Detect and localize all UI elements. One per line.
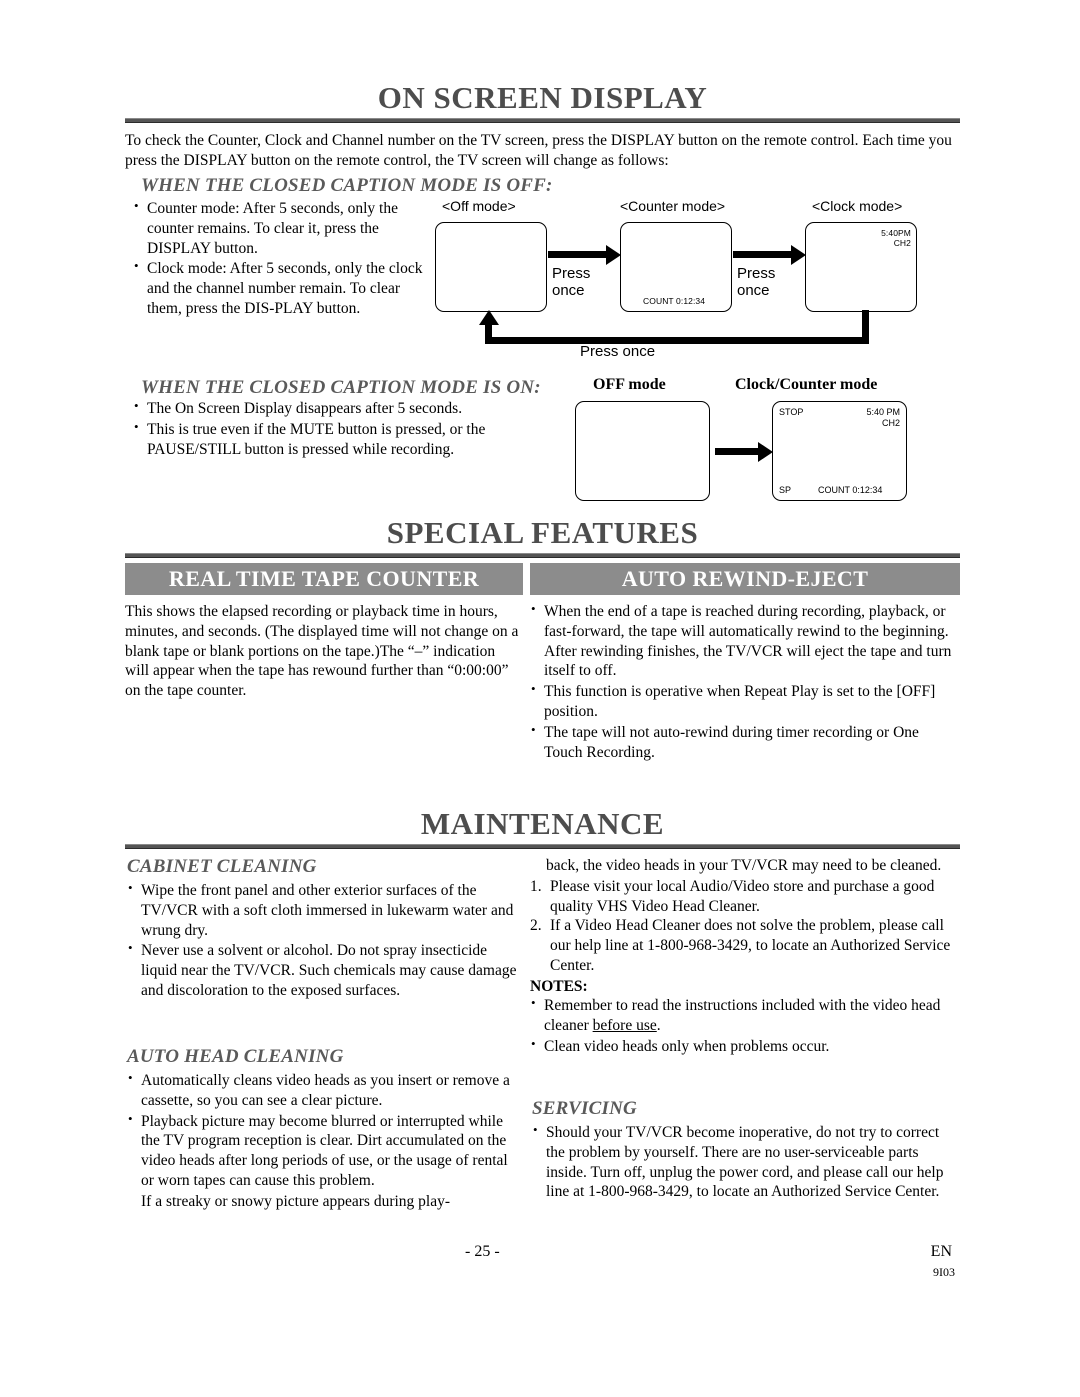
subheading-cc-off: WHEN THE CLOSED CAPTION MODE IS OFF: (141, 175, 553, 196)
special-features-divider (125, 552, 960, 558)
label-press-once-3: Press once (580, 343, 656, 360)
osd-clock-channel: CH2 (893, 238, 911, 248)
heading-servicing: SERVICING (532, 1098, 637, 1119)
notes-bullet-list: Remember to read the instructions includ… (530, 995, 960, 1057)
osd-counter-readout: COUNT 0:12:34 (643, 296, 706, 306)
maintenance-right-column: back, the video heads in your TV/VCR may… (530, 856, 960, 1057)
arrow-shaft-1 (548, 251, 608, 258)
label-off-mode: <Off mode> (442, 198, 516, 214)
loop-line-vertical-left (485, 324, 492, 342)
list-item: This function is operative when Repeat P… (530, 681, 960, 722)
ribbon-auto-rewind-eject: AUTO REWIND-EJECT (530, 563, 960, 595)
language-code: EN (930, 1243, 952, 1260)
osd-speed-indicator: SP (779, 485, 792, 495)
auto-head-cleaning-block: AUTO HEAD CLEANING Automatically cleans … (125, 1046, 523, 1212)
osd-channel-indicator: CH2 (881, 418, 900, 428)
real-time-tape-counter-text: This shows the elapsed recording or play… (125, 603, 519, 700)
auto-head-cleaning-trailing: If a streaky or snowy picture appears du… (141, 1192, 451, 1210)
notes-label: NOTES: (530, 977, 588, 995)
tv-screen-off-mode-2 (575, 401, 710, 501)
arrow-shaft-3 (715, 448, 760, 455)
list-item: Clean video heads only when problems occ… (530, 1036, 960, 1057)
list-item: Counter mode: After 5 seconds, only the … (133, 198, 433, 258)
label-press-once-1: Press once (552, 265, 591, 299)
document-page: ON SCREEN DISPLAY To check the Counter, … (125, 0, 960, 1397)
heading-auto-head-cleaning: AUTO HEAD CLEANING (127, 1046, 344, 1067)
arrow-head-3 (758, 441, 773, 462)
head-cleaner-numbered-list: Please visit your local Audio/Video stor… (530, 877, 960, 976)
loop-line-horizontal (485, 337, 869, 344)
label-clock-counter-mode: Clock/Counter mode (735, 376, 878, 393)
off-to-clock-counter-diagram: OFF mode Clock/Counter mode STOP 5:40 PM… (575, 376, 960, 506)
section-maintenance: MAINTENANCE (125, 806, 960, 849)
list-item: When the end of a tape is reached during… (530, 601, 960, 681)
notes-text-underlined: before use (592, 1016, 657, 1034)
osd-stop-indicator: STOP (779, 407, 804, 417)
osd-off-bullet-list: Counter mode: After 5 seconds, only the … (133, 198, 433, 320)
heading-cabinet-cleaning: CABINET CLEANING (127, 856, 317, 877)
list-item: Wipe the front panel and other exterior … (127, 880, 523, 940)
servicing-bullet-list: Should your TV/VCR become inoperative, d… (532, 1122, 960, 1202)
page-title-maintenance: MAINTENANCE (420, 806, 665, 841)
list-item: Clock mode: After 5 seconds, only the cl… (133, 258, 433, 318)
maintenance-divider (125, 843, 960, 849)
label-press-once-2: Press once (737, 265, 776, 299)
list-item: If a Video Head Cleaner does not solve t… (530, 916, 951, 975)
title-divider (125, 117, 960, 123)
list-item: Please visit your local Audio/Video stor… (530, 877, 935, 915)
label-off-mode-2: OFF mode (593, 376, 666, 393)
arrow-shaft-2 (733, 251, 793, 258)
list-item: Playback picture may become blurred or i… (127, 1111, 523, 1191)
tv-screen-off-mode (435, 222, 547, 312)
auto-head-cleaning-bullet-list: Automatically cleans video heads as you … (127, 1070, 523, 1191)
tv-screen-clock-mode: 5:40PM CH2 (805, 222, 917, 312)
loop-arrow-head (478, 310, 499, 325)
osd-mode-flow-diagram: <Off mode> <Counter mode> <Clock mode> P… (430, 198, 960, 373)
maintenance-continuation-text: back, the video heads in your TV/VCR may… (546, 857, 942, 874)
maintenance-left-column: CABINET CLEANING Wipe the front panel an… (125, 856, 523, 1002)
osd-intro-paragraph: To check the Counter, Clock and Channel … (125, 132, 952, 170)
label-clock-mode: <Clock mode> (812, 198, 903, 214)
list-item: Never use a solvent or alcohol. Do not s… (127, 940, 523, 1000)
page-title-special-features: SPECIAL FEATURES (386, 515, 699, 550)
page-title-on-screen-display: ON SCREEN DISPLAY (377, 80, 708, 115)
list-item: The tape will not auto-rewind during tim… (530, 722, 960, 763)
arrow-head-1 (606, 244, 621, 265)
osd-on-bullet-list: The On Screen Display disappears after 5… (133, 398, 563, 460)
section-special-features: SPECIAL FEATURES (125, 515, 960, 558)
arrow-head-2 (791, 244, 806, 265)
notes-text-post: . (656, 1016, 661, 1034)
tv-screen-counter-mode: COUNT 0:12:34 (620, 222, 732, 312)
list-item: Automatically cleans video heads as you … (127, 1070, 523, 1111)
list-item: Should your TV/VCR become inoperative, d… (532, 1122, 960, 1202)
osd-count-readout: COUNT 0:12:34 (818, 485, 883, 495)
osd-clock-time: 5:40PM (881, 228, 911, 238)
osd-time-indicator: 5:40 PM (866, 407, 900, 417)
section-on-screen-display: ON SCREEN DISPLAY (125, 80, 960, 123)
list-item: Remember to read the instructions includ… (530, 995, 960, 1036)
subheading-cc-on: WHEN THE CLOSED CAPTION MODE IS ON: (141, 377, 541, 398)
tv-screen-clock-counter: STOP 5:40 PM CH2 SP COUNT 0:12:34 (772, 401, 907, 501)
document-code: 9I03 (933, 1265, 955, 1279)
cabinet-cleaning-bullet-list: Wipe the front panel and other exterior … (127, 880, 523, 1001)
ribbon-real-time-tape-counter: REAL TIME TAPE COUNTER (125, 563, 523, 595)
list-item: The On Screen Display disappears after 5… (133, 398, 563, 419)
auto-rewind-eject-bullet-list: When the end of a tape is reached during… (530, 601, 960, 764)
label-counter-mode: <Counter mode> (620, 198, 726, 214)
list-item: This is true even if the MUTE button is … (133, 419, 563, 460)
servicing-block: SERVICING Should your TV/VCR become inop… (530, 1098, 960, 1203)
page-number: - 25 - (465, 1243, 500, 1260)
